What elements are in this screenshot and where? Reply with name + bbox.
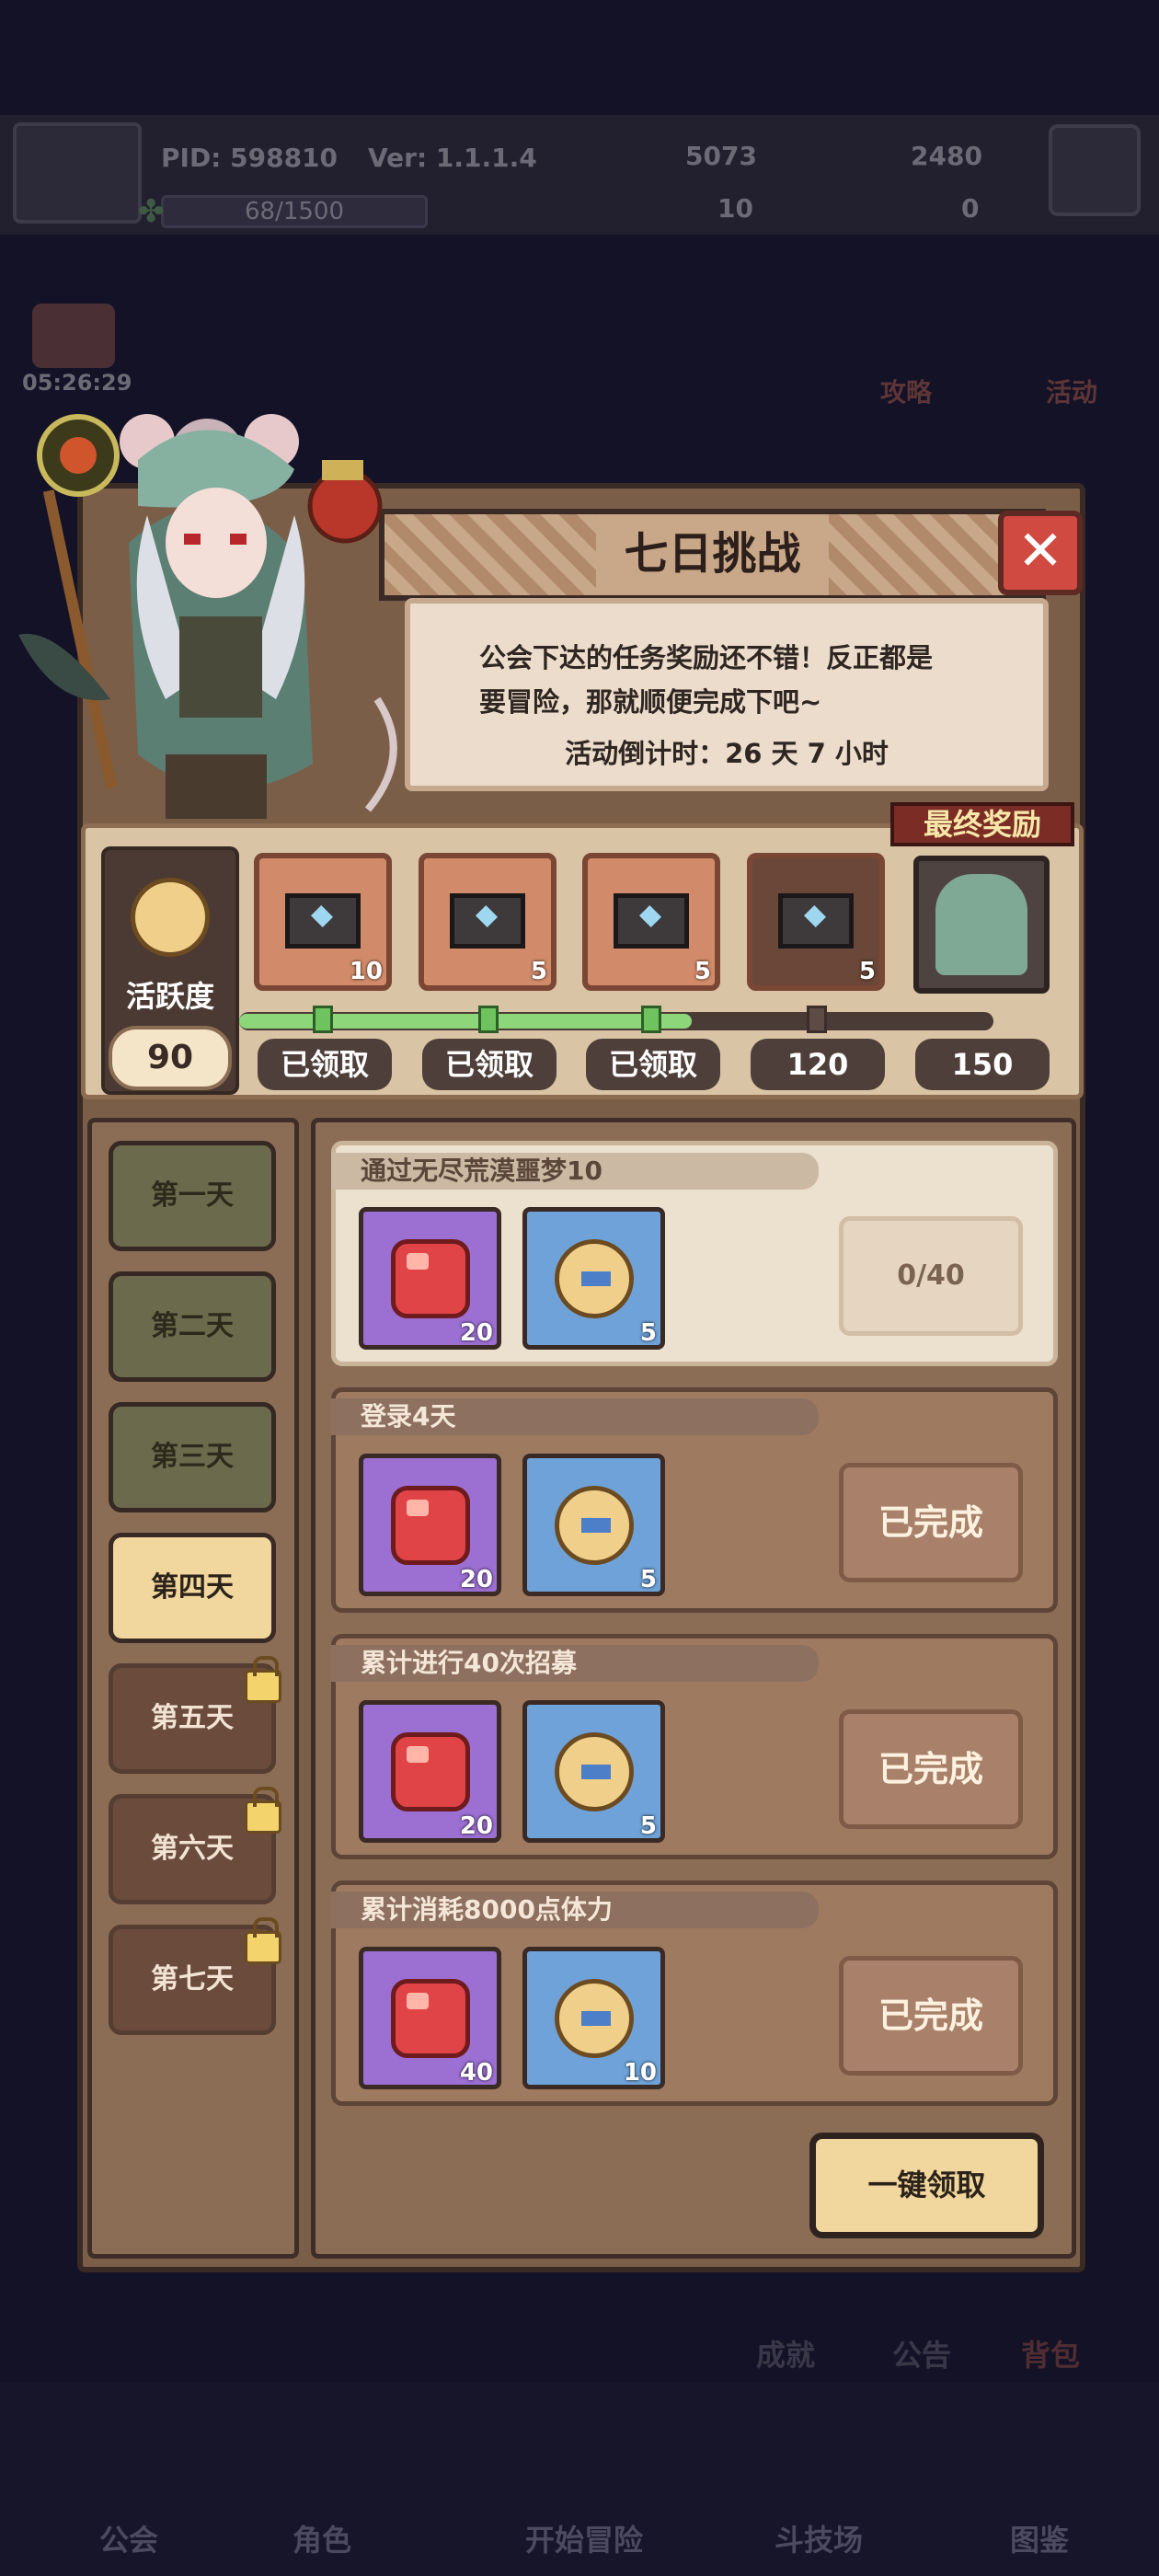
gem-reward[interactable]: 20 <box>359 1207 501 1350</box>
lock-icon <box>245 1787 281 1834</box>
bottom-nav: 公会 角色 开始冒险 斗技场 图鉴 <box>0 2383 1159 2576</box>
reward-count: 20 <box>459 1319 493 1347</box>
mail-icon <box>614 893 689 949</box>
milestone-label-5: 150 <box>915 1039 1050 1090</box>
activity-button[interactable]: 活动 <box>1016 373 1127 409</box>
notice-button[interactable]: 公告 <box>892 2332 951 2375</box>
reward-count: 5 <box>639 1319 657 1347</box>
reward-count: 20 <box>459 1566 493 1593</box>
scroll-icon <box>555 1239 634 1318</box>
reward-count: 40 <box>459 2059 493 2087</box>
stamina-bar: 68/1500 <box>161 195 428 228</box>
milestone-count: 5 <box>530 958 547 985</box>
activity-progress-fill <box>239 1014 692 1029</box>
milestone-label-2: 已领取 <box>422 1039 557 1090</box>
tab-day-4[interactable]: 第四天 <box>109 1533 276 1643</box>
progress-node <box>807 1006 827 1033</box>
scroll-reward[interactable]: 10 <box>522 1947 665 2089</box>
gem-reward[interactable]: 20 <box>359 1454 501 1596</box>
countdown-text: 活动倒计时：26 天 7 小时 <box>565 738 889 769</box>
character-portrait-icon <box>935 874 1027 975</box>
tab-day-1[interactable]: 第一天 <box>109 1141 276 1251</box>
milestone-reward-4[interactable]: 5 <box>747 853 885 991</box>
activity-label: 活跃度 <box>125 979 214 1014</box>
nav-guild[interactable]: 公会 <box>37 2517 221 2559</box>
task-completed-button[interactable]: 已完成 <box>839 1709 1023 1829</box>
task-title: 登录4天 <box>331 1398 819 1435</box>
task-title: 累计进行40次招募 <box>331 1645 819 1682</box>
milestone-label-3: 已领取 <box>586 1039 720 1090</box>
pouch-count: 0 <box>961 193 980 224</box>
gift-icon[interactable] <box>32 304 115 368</box>
reward-count: 20 <box>459 1812 493 1840</box>
popup-title: 七日挑战 <box>624 528 801 580</box>
progress-node <box>478 1006 499 1033</box>
version-text: Ver: 1.1.1.4 <box>368 143 537 173</box>
bag-button[interactable]: 背包 <box>1021 2332 1080 2375</box>
reward-count: 5 <box>639 1566 657 1593</box>
nav-role[interactable]: 角色 <box>230 2517 414 2559</box>
gem-count: 2480 <box>911 141 982 171</box>
close-button[interactable]: ✕ <box>998 511 1083 595</box>
progress-node <box>313 1006 333 1033</box>
nav-arena[interactable]: 斗技场 <box>727 2517 911 2559</box>
mail-icon <box>285 893 361 949</box>
milestone-label-1: 已领取 <box>258 1039 392 1090</box>
nav-start-adventure[interactable]: 开始冒险 <box>469 2517 699 2559</box>
reward-count: 10 <box>623 2059 657 2087</box>
description-box: 公会下达的任务奖励还不错！反正都是 要冒险，那就顺便完成下吧~ 活动倒计时：26… <box>405 598 1049 791</box>
reward-count: 5 <box>639 1812 657 1840</box>
scroll-reward[interactable]: 5 <box>522 1207 665 1350</box>
achievement-button[interactable]: 成就 <box>756 2332 815 2375</box>
nav-codex[interactable]: 图鉴 <box>947 2517 1131 2559</box>
milestone-reward-3[interactable]: 5 <box>582 853 720 991</box>
milestone-label-4: 120 <box>751 1039 885 1090</box>
milestone-count: 5 <box>858 958 876 985</box>
character-illustration <box>18 414 397 819</box>
gem-reward[interactable]: 40 <box>359 1947 501 2089</box>
milestone-count: 5 <box>694 958 711 985</box>
scroll-icon <box>555 1486 634 1565</box>
mail-icon <box>450 893 525 949</box>
milestone-reward-2[interactable]: 5 <box>419 853 557 991</box>
settings-gear-icon[interactable] <box>1049 124 1141 216</box>
scroll-reward[interactable]: 5 <box>522 1700 665 1843</box>
lock-icon <box>245 1656 281 1703</box>
desc-line-1: 公会下达的任务奖励还不错！反正都是 <box>479 642 934 673</box>
task-completed-button[interactable]: 已完成 <box>839 1463 1023 1582</box>
task-completed-button[interactable]: 已完成 <box>839 1956 1023 2076</box>
lock-icon <box>245 1917 281 1964</box>
mail-icon <box>778 893 854 949</box>
task-title: 累计消耗8000点体力 <box>331 1892 819 1928</box>
task-title: 通过无尽荒漠噩梦10 <box>331 1153 819 1190</box>
final-reward-label: 最终奖励 <box>890 802 1074 846</box>
red-gem-icon <box>391 1486 470 1565</box>
final-reward-box[interactable] <box>913 856 1050 994</box>
avatar <box>13 122 142 224</box>
tab-day-2[interactable]: 第二天 <box>109 1271 276 1382</box>
claim-all-button[interactable]: 一键领取 <box>809 2133 1044 2238</box>
activity-scroll-icon <box>131 878 210 957</box>
gem-reward[interactable]: 20 <box>359 1700 501 1843</box>
scroll-icon <box>555 1979 634 2058</box>
milestone-count: 10 <box>349 958 383 985</box>
clover-count: 10 <box>717 193 753 224</box>
red-gem-icon <box>391 1239 470 1318</box>
close-icon: ✕ <box>1016 519 1064 583</box>
event-timer: 05:26:29 <box>22 370 132 396</box>
progress-node <box>641 1006 661 1033</box>
activity-value: 90 <box>109 1026 232 1090</box>
tab-day-3[interactable]: 第三天 <box>109 1402 276 1512</box>
task-progress-button[interactable]: 0/40 <box>839 1216 1023 1336</box>
scroll-icon <box>555 1732 634 1811</box>
pid-text: PID: 598810 <box>161 143 339 173</box>
red-gem-icon <box>391 1979 470 2058</box>
clover-icon: ✤ <box>138 193 165 230</box>
coin-count: 5073 <box>685 141 757 171</box>
desc-line-2: 要冒险，那就顺便完成下吧~ <box>479 686 822 718</box>
scroll-reward[interactable]: 5 <box>522 1454 665 1596</box>
guide-button[interactable]: 攻略 <box>832 373 980 409</box>
milestone-reward-1[interactable]: 10 <box>254 853 392 991</box>
red-gem-icon <box>391 1732 470 1811</box>
